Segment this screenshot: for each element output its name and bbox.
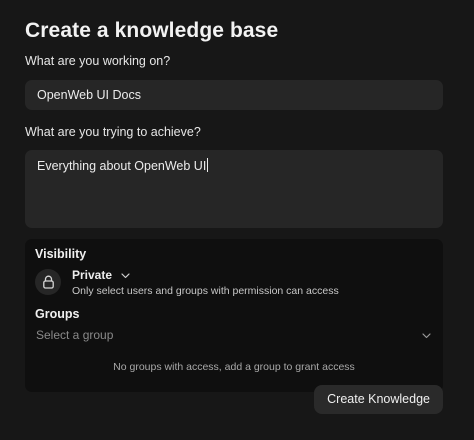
- groups-empty-note: No groups with access, add a group to gr…: [113, 361, 355, 373]
- groups-label: Groups: [35, 307, 80, 321]
- chevron-down-icon: [121, 272, 130, 279]
- form-actions: Create Knowledge: [314, 385, 443, 414]
- visibility-select[interactable]: Private: [72, 268, 339, 283]
- description-textarea[interactable]: Everything about OpenWeb UI: [25, 150, 443, 228]
- lock-icon: [35, 269, 61, 295]
- visibility-value: Private: [72, 268, 113, 282]
- visibility-label: Visibility: [35, 247, 87, 261]
- create-knowledge-button[interactable]: Create Knowledge: [314, 385, 443, 414]
- name-input[interactable]: OpenWeb UI Docs: [25, 80, 443, 110]
- group-select[interactable]: Select a group: [35, 327, 433, 343]
- description-value: Everything about OpenWeb UI: [37, 159, 207, 173]
- group-select-placeholder: Select a group: [36, 328, 114, 342]
- chevron-down-icon: [422, 328, 431, 342]
- text-cursor: [207, 158, 209, 172]
- name-label: What are you working on?: [25, 54, 171, 68]
- visibility-row: Private Only select users and groups wit…: [35, 268, 433, 298]
- name-input-value: OpenWeb UI Docs: [37, 88, 141, 102]
- description-label: What are you trying to achieve?: [25, 125, 201, 139]
- page-title: Create a knowledge base: [25, 19, 279, 42]
- access-control-panel: Visibility Private Only select users and…: [25, 239, 443, 392]
- create-knowledge-form: Create a knowledge base What are you wor…: [25, 16, 443, 392]
- visibility-description: Only select users and groups with permis…: [72, 285, 339, 297]
